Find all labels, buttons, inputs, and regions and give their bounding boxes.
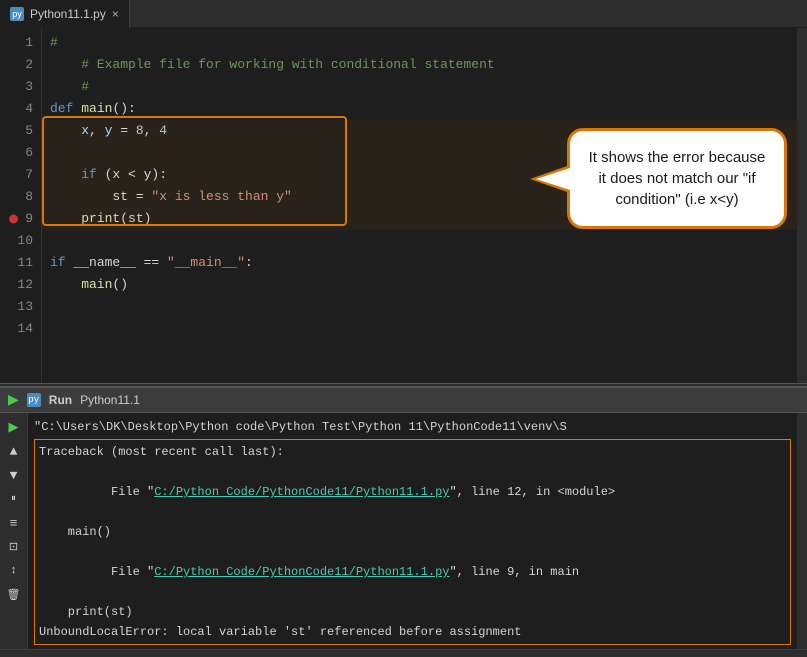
callout-bubble: It shows the error because it does not m… [567,128,787,229]
line-num-11: ▶ 11 [0,252,33,274]
file2-link[interactable]: C:/Python Code/PythonCode11/Python11.1.p… [154,565,449,579]
line-num-1: 1 [0,32,33,54]
code-line-3: # [42,76,797,98]
code-line-12: main() [42,274,797,296]
terminal-menu-button[interactable]: ≡ [4,513,24,533]
file1-link[interactable]: C:/Python Code/PythonCode11/Python11.1.p… [154,485,449,499]
terminal-trash-button[interactable]: 🗑 [4,585,24,605]
file1-line: File "C:/Python Code/PythonCode11/Python… [39,462,786,522]
line-num-5: 5 [0,120,33,142]
terminal-up-button[interactable]: ▲ [4,441,24,461]
line-num-3: 3 [0,76,33,98]
python-run-icon: py [27,393,41,407]
close-tab-button[interactable]: × [112,7,119,21]
terminal-content: "C:\Users\DK\Desktop\Python code\Python … [28,413,797,649]
terminal-down-button[interactable]: ▼ [4,465,24,485]
terminal-controls: ▶ ▲ ▼ ⏸ ≡ ⊡ ↕ 🗑 [0,413,28,649]
line-num-12: 12 [0,274,33,296]
terminal-area: ▶ ▲ ▼ ⏸ ≡ ⊡ ↕ 🗑 "C:\Users\DK\Desktop\Pyt… [0,413,807,649]
file2-indent: print(st) [39,602,786,622]
tab-bar: py Python11.1.py × [0,0,807,28]
line-num-6: 6 [0,142,33,164]
line-num-7: 7 [0,164,33,186]
line-num-2: 2 [0,54,33,76]
terminal-path-line: "C:\Users\DK\Desktop\Python code\Python … [34,417,791,437]
traceback-label: Traceback (most recent call last): [39,442,786,462]
code-line-1: # [42,32,797,54]
run-filename: Python11.1 [80,393,140,407]
run-label: Run [49,393,72,407]
line-num-13: 13 [0,296,33,318]
editor-area: 1 2 3 4 5 6 7 8 9 10 ▶ 11 12 13 14 # # E… [0,28,807,383]
run-play-icon: ▶ [8,392,19,409]
line-num-4: 4 [0,98,33,120]
code-line-13 [42,296,797,318]
line-num-10: 10 [0,230,33,252]
bottom-bar [0,649,807,657]
line-num-8: 8 [0,186,33,208]
code-line-10 [42,230,797,252]
code-line-14 [42,318,797,340]
python-icon: py [10,7,24,21]
code-line-2: # Example file for working with conditio… [42,54,797,76]
terminal-resize-button[interactable]: ↕ [4,561,24,581]
terminal-grid-button[interactable]: ⊡ [4,537,24,557]
tab-filename: Python11.1.py [30,7,106,21]
code-line-11: if __name__ == "__main__": [42,252,797,274]
error-message: UnboundLocalError: local variable 'st' r… [39,622,786,642]
terminal-play-button[interactable]: ▶ [4,417,24,437]
line-numbers: 1 2 3 4 5 6 7 8 9 10 ▶ 11 12 13 14 [0,28,42,383]
line-num-14: 14 [0,318,33,340]
file2-line: File "C:/Python Code/PythonCode11/Python… [39,542,786,602]
terminal-scrollbar[interactable] [797,413,807,649]
terminal-pause-button[interactable]: ⏸ [4,489,24,509]
callout-text: It shows the error because it does not m… [589,149,766,208]
run-bar: ▶ py Run Python11.1 [0,387,807,413]
error-box: Traceback (most recent call last): File … [34,439,791,645]
file1-indent: main() [39,522,786,542]
code-line-4: def main(): [42,98,797,120]
editor-scrollbar[interactable] [797,28,807,383]
line-num-9: 9 [0,208,33,230]
file-tab[interactable]: py Python11.1.py × [0,0,130,28]
